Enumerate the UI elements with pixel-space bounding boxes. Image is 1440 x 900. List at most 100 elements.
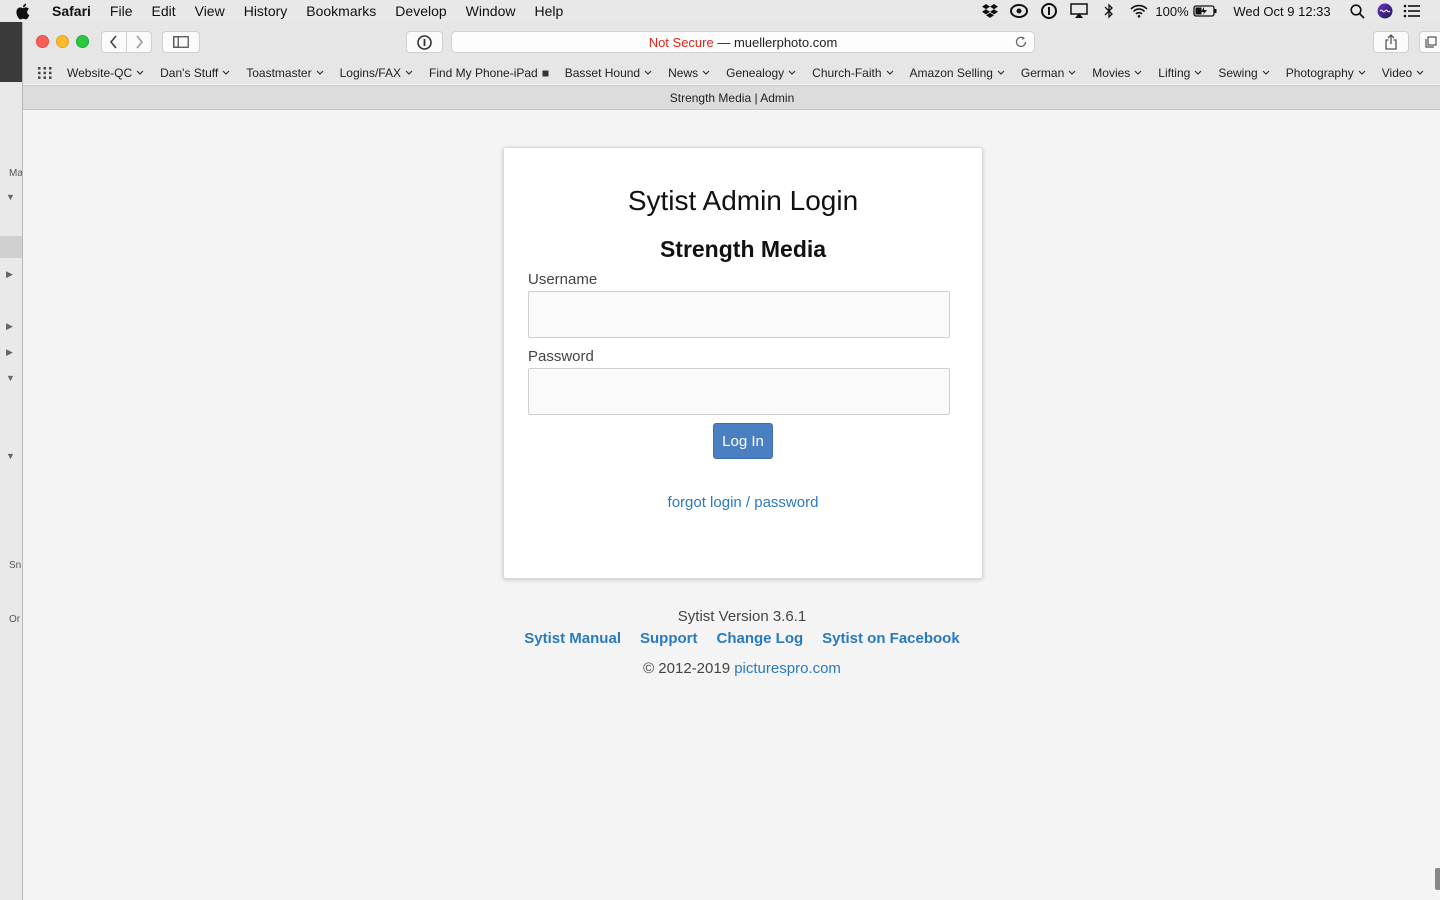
creative-cloud-icon[interactable] [1004, 0, 1034, 22]
forward-button[interactable] [126, 31, 152, 53]
bookmark-folder[interactable]: Photography [1286, 66, 1366, 80]
siri-icon[interactable] [1370, 0, 1400, 22]
bookmark-label: Genealogy [726, 66, 785, 80]
tabs-icon [1424, 36, 1437, 48]
menu-develop[interactable]: Develop [395, 3, 446, 19]
bookmarks-bar: Website-QC Dan's Stuff Toastmaster Login… [23, 62, 1440, 84]
close-window-button[interactable] [36, 35, 49, 48]
chevron-down-icon [997, 70, 1005, 75]
bookmark-folder[interactable]: Movies [1092, 66, 1142, 80]
chevron-down-icon [886, 70, 893, 75]
bookmark-label: Photography [1285, 66, 1354, 80]
menu-window[interactable]: Window [466, 3, 516, 19]
background-label: Or [9, 614, 21, 625]
bookmark-label: Sewing [1218, 66, 1258, 80]
sidebar-icon [173, 36, 189, 48]
reload-icon[interactable] [1014, 35, 1028, 52]
bookmark-folder[interactable]: Amazon Selling [910, 66, 1005, 80]
safari-window: Not Secure — muellerphoto.com Website-QC… [22, 22, 1440, 900]
change-log-link[interactable]: Change Log [716, 630, 803, 647]
spotlight-search-icon[interactable] [1344, 0, 1370, 22]
bookmark-folder[interactable]: Basset Hound [565, 66, 652, 80]
favorites-grid-icon[interactable] [38, 67, 52, 79]
password-label: Password [528, 348, 594, 365]
bookmark-label: German [1020, 66, 1065, 80]
disclosure-triangle-icon: ▼ [6, 192, 15, 202]
background-window-titlebar [0, 22, 24, 82]
bookmark-folder[interactable]: Lifting [1158, 66, 1202, 80]
1password-icon[interactable] [1034, 0, 1064, 22]
menu-file[interactable]: File [110, 3, 133, 19]
minimize-window-button[interactable] [56, 35, 69, 48]
login-card: Sytist Admin Login Strength Media Userna… [503, 147, 983, 579]
login-button[interactable]: Log In [713, 423, 773, 459]
sidebar-toggle-button[interactable] [162, 31, 200, 53]
bluetooth-icon[interactable] [1094, 0, 1124, 22]
forgot-password-link[interactable]: forgot login / password [504, 494, 982, 511]
bookmark-folder[interactable]: German [1021, 66, 1076, 80]
bookmark-folder[interactable]: Dan's Stuff [160, 66, 230, 80]
chevron-right-icon [136, 35, 144, 49]
menu-history[interactable]: History [244, 3, 288, 19]
share-button[interactable] [1373, 31, 1409, 53]
bookmark-label: Lifting [1158, 66, 1191, 80]
copyright: © 2012-2019 picturespro.com [23, 660, 1440, 677]
zoom-window-button[interactable] [76, 35, 89, 48]
copyright-text: © 2012-2019 [643, 660, 731, 677]
chevron-down-icon [1358, 70, 1366, 75]
site-name: Strength Media [659, 236, 827, 262]
wifi-icon[interactable] [1124, 0, 1154, 22]
facebook-link[interactable]: Sytist on Facebook [822, 630, 960, 647]
manual-link[interactable]: Sytist Manual [524, 630, 621, 647]
bookmark-folder[interactable]: Genealogy [726, 66, 796, 80]
battery-percent: 100% [1155, 3, 1189, 19]
back-button[interactable] [101, 31, 127, 53]
menu-help[interactable]: Help [534, 3, 563, 19]
disclosure-triangle-icon: ▼ [6, 451, 15, 461]
chevron-down-icon [316, 70, 324, 75]
menubar-clock[interactable]: Wed Oct 9 12:33 [1220, 0, 1344, 22]
bookmark-folder[interactable]: Website-QC [67, 66, 144, 80]
address-bar[interactable]: Not Secure — muellerphoto.com [451, 31, 1035, 53]
bookmark-folder[interactable]: Church-Faith [812, 66, 893, 80]
chevron-down-icon [644, 70, 652, 75]
password-input[interactable] [528, 368, 950, 415]
bookmark-label: Dan's Stuff [160, 66, 219, 80]
bookmark-label: Church-Faith [812, 66, 882, 80]
background-label: Sn [9, 560, 22, 571]
background-selection [0, 236, 24, 258]
bookmark-folder[interactable]: News [668, 66, 710, 80]
picturespro-link[interactable]: picturespro.com [734, 660, 841, 677]
bookmark-label: Movies [1092, 66, 1131, 80]
bookmark-folder[interactable]: Toastmaster [246, 66, 324, 80]
web-page: Sytist Admin Login Strength Media Userna… [23, 110, 1440, 900]
1password-extension-button[interactable] [406, 31, 443, 53]
battery-icon[interactable] [1190, 0, 1220, 22]
dropbox-icon[interactable] [976, 0, 1004, 22]
tab-overview-button[interactable] [1419, 31, 1440, 53]
bookmark-label: Website-QC [67, 66, 133, 80]
scrollbar-thumb[interactable] [1435, 868, 1440, 890]
username-input[interactable] [528, 291, 950, 338]
address-domain: muellerphoto.com [733, 34, 838, 50]
bookmark-label: Toastmaster [246, 66, 312, 80]
chevron-left-icon [109, 35, 117, 49]
bookmark-tabs-folder[interactable]: Find My Phone-iPad [429, 66, 549, 80]
disclosure-triangle-icon: ▼ [6, 373, 15, 383]
chevron-down-icon [788, 70, 796, 75]
tab-title[interactable]: Strength Media | Admin [670, 91, 795, 105]
apple-menu-icon[interactable] [16, 3, 38, 20]
support-link[interactable]: Support [640, 630, 698, 647]
bookmark-folder[interactable]: Sewing [1218, 66, 1270, 80]
bookmark-folder[interactable]: Logins/FAX [340, 66, 413, 80]
chevron-down-icon [222, 70, 230, 75]
notification-center-icon[interactable] [1400, 0, 1424, 22]
menu-view[interactable]: View [195, 3, 225, 19]
menu-bookmarks[interactable]: Bookmarks [306, 3, 376, 19]
airplay-icon[interactable] [1064, 0, 1094, 22]
bookmark-folder[interactable]: Video [1382, 66, 1424, 80]
menu-edit[interactable]: Edit [151, 3, 175, 19]
chevron-down-icon [702, 70, 710, 75]
macos-menu-bar: Safari File Edit View History Bookmarks … [0, 0, 1440, 22]
menu-app-safari[interactable]: Safari [52, 3, 91, 19]
